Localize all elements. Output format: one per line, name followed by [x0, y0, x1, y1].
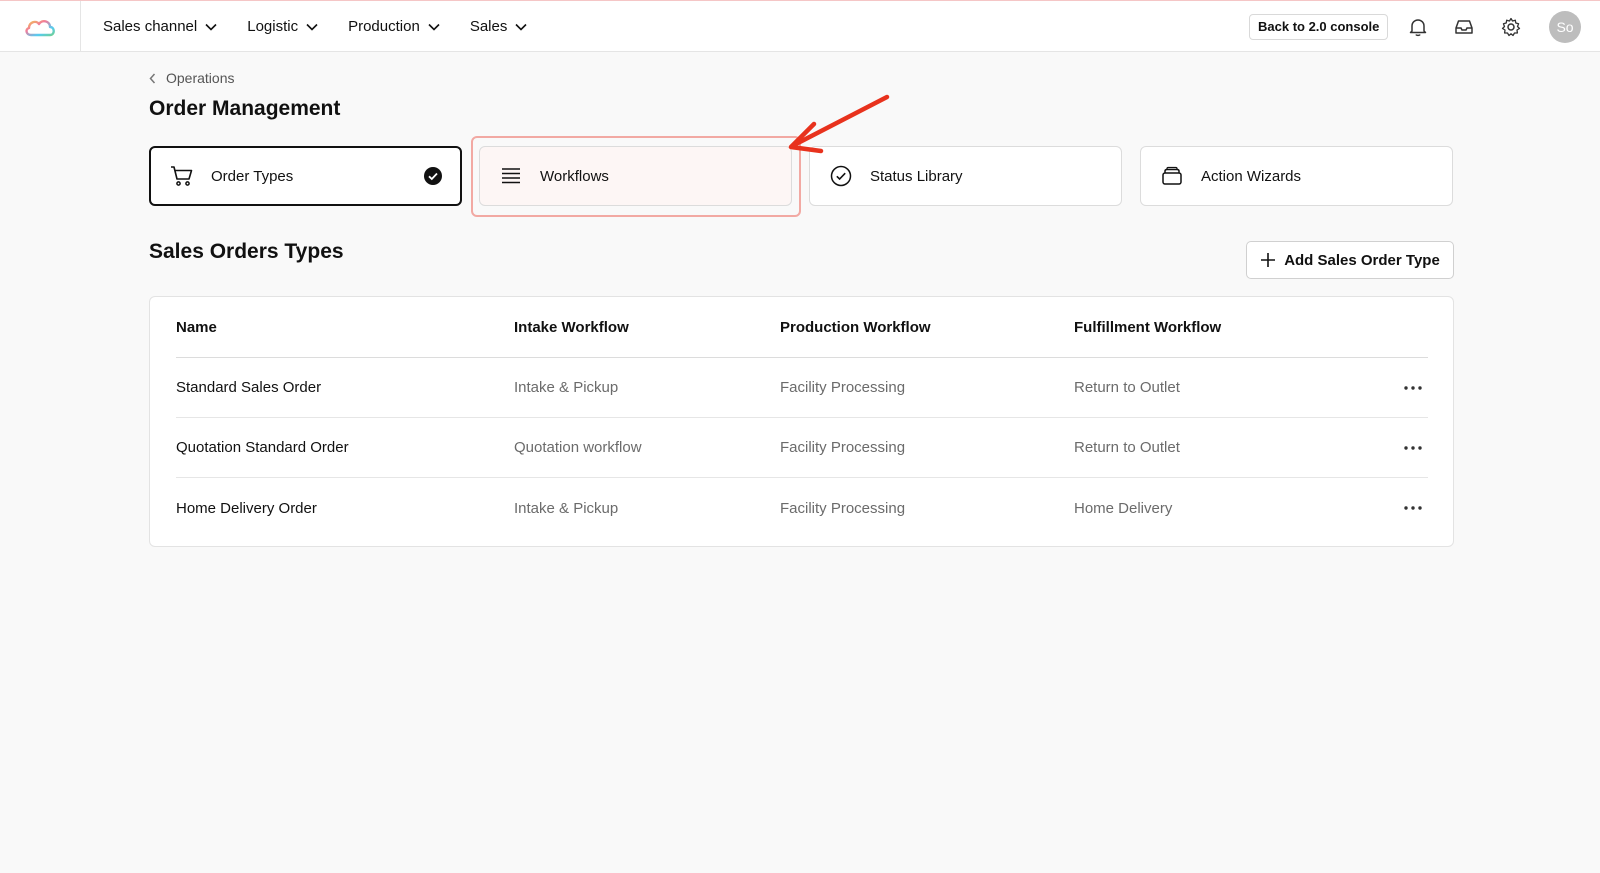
breadcrumb-label: Operations — [166, 70, 235, 86]
cell-fulfillment: Home Delivery — [1074, 499, 1173, 517]
check-circle-icon — [828, 163, 854, 189]
card-label: Order Types — [211, 167, 294, 185]
user-avatar[interactable]: So — [1549, 11, 1581, 43]
nav-logistic[interactable]: Logistic — [247, 18, 318, 35]
add-sales-order-type-button[interactable]: Add Sales Order Type — [1246, 241, 1454, 279]
column-header-production[interactable]: Production Workflow — [780, 319, 931, 336]
nav-sales-channel[interactable]: Sales channel — [103, 18, 217, 35]
more-options-button[interactable] — [1402, 439, 1424, 457]
ellipsis-icon — [1404, 506, 1422, 510]
cell-name: Home Delivery Order — [176, 499, 317, 517]
column-header-name[interactable]: Name — [176, 319, 217, 336]
table-row[interactable]: Quotation Standard Order Quotation workf… — [176, 418, 1428, 478]
chevron-down-icon — [306, 23, 318, 31]
cell-intake: Intake & Pickup — [514, 379, 619, 396]
nav-label: Production — [348, 18, 420, 35]
tab-action-wizards[interactable]: Action Wizards — [1140, 146, 1453, 206]
cloud-logo-icon — [25, 19, 55, 36]
more-options-button[interactable] — [1402, 379, 1424, 397]
cell-intake: Intake & Pickup — [514, 499, 619, 517]
breadcrumb[interactable]: Operations — [149, 70, 234, 86]
stack-icon — [1159, 163, 1185, 189]
table-header-row: Name Intake Workflow Production Workflow… — [176, 298, 1428, 358]
section-title: Sales Orders Types — [149, 240, 344, 263]
table-row[interactable]: Home Delivery Order Intake & Pickup Faci… — [176, 478, 1428, 538]
card-label: Action Wizards — [1201, 167, 1302, 185]
table-row[interactable]: Standard Sales Order Intake & Pickup Fac… — [176, 358, 1428, 418]
cell-production: Facility Processing — [780, 499, 906, 517]
chevron-down-icon — [205, 23, 217, 31]
nav-label: Sales — [469, 18, 508, 35]
inbox-button[interactable] — [1453, 16, 1475, 38]
list-icon — [498, 163, 524, 189]
cell-production: Facility Processing — [780, 439, 906, 456]
cell-name: Standard Sales Order — [176, 379, 322, 396]
nav-label: Sales channel — [103, 18, 198, 35]
column-header-intake[interactable]: Intake Workflow — [514, 319, 629, 336]
tab-order-types[interactable]: Order Types — [149, 146, 462, 206]
card-label: Workflows — [540, 167, 609, 185]
column-header-fulfillment[interactable]: Fulfillment Workflow — [1074, 319, 1221, 336]
chevron-left-icon — [149, 73, 156, 83]
cell-production: Facility Processing — [780, 379, 906, 396]
app-logo[interactable] — [0, 1, 81, 52]
ellipsis-icon — [1404, 386, 1422, 390]
main-nav: Sales channel Logistic Production Sales — [103, 1, 557, 52]
settings-button[interactable] — [1500, 16, 1522, 38]
chevron-down-icon — [515, 23, 527, 31]
card-label: Status Library — [870, 167, 963, 185]
tab-workflows[interactable]: Workflows — [479, 146, 792, 206]
bell-icon — [1409, 19, 1427, 37]
ellipsis-icon — [1404, 446, 1422, 450]
cell-fulfillment: Return to Outlet — [1074, 439, 1180, 456]
nav-sales[interactable]: Sales — [470, 18, 528, 35]
nav-label: Logistic — [247, 18, 299, 35]
chevron-down-icon — [428, 23, 440, 31]
add-button-label: Add Sales Order Type — [1284, 251, 1440, 269]
plus-icon — [1261, 253, 1276, 267]
nav-production[interactable]: Production — [348, 18, 440, 35]
page-title: Order Management — [149, 97, 341, 120]
cell-fulfillment: Return to Outlet — [1074, 379, 1180, 396]
cell-intake: Quotation workflow — [514, 439, 642, 456]
sales-order-types-table: Name Intake Workflow Production Workflow… — [149, 296, 1454, 547]
back-to-console-button[interactable]: Back to 2.0 console — [1249, 14, 1389, 40]
annotation-arrow-icon — [788, 94, 890, 154]
cell-name: Quotation Standard Order — [176, 439, 349, 456]
gear-icon — [1501, 17, 1521, 37]
notifications-button[interactable] — [1407, 16, 1429, 38]
top-navigation-bar: Sales channel Logistic Production Sales … — [0, 0, 1600, 52]
check-filled-icon — [424, 167, 442, 189]
cart-icon — [169, 163, 195, 189]
more-options-button[interactable] — [1402, 499, 1424, 517]
inbox-icon — [1455, 20, 1473, 34]
